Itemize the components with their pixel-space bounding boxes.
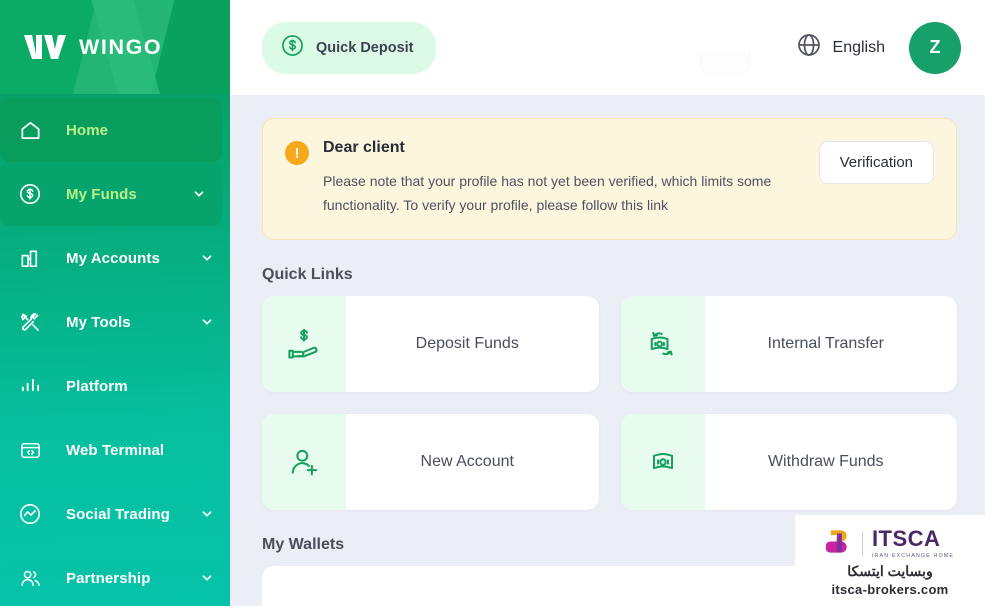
sidebar-item-label: My Accounts <box>66 249 160 267</box>
sidebar-item-label: Social Trading <box>66 505 170 523</box>
sidebar-item-platform[interactable]: Platform <box>0 354 230 418</box>
quick-deposit-label: Quick Deposit <box>316 39 414 56</box>
dollar-circle-icon <box>280 33 305 63</box>
chevron-down-icon[interactable] <box>200 571 214 585</box>
brand-name: WINGO <box>79 34 163 59</box>
bar-chart-icon <box>14 243 46 273</box>
sidebar-item-label: My Tools <box>66 313 131 331</box>
watermark-name: ITSCA <box>871 526 941 551</box>
sidebar-nav: Home My Funds My Accounts My Tools Platf… <box>0 94 230 606</box>
quick-deposit-button[interactable]: Quick Deposit <box>262 21 436 74</box>
quick-link-label: Deposit Funds <box>415 335 519 353</box>
user-plus-icon <box>262 414 346 511</box>
wingo-w-mark-icon <box>22 32 68 62</box>
exclamation-icon: ! <box>285 141 309 165</box>
sidebar-item-my-accounts[interactable]: My Accounts <box>0 226 230 290</box>
sidebar-item-label: My Funds <box>66 185 137 203</box>
language-label: English <box>832 38 885 56</box>
alert-text: Please note that your profile has not ye… <box>323 173 772 214</box>
sidebar-item-label: Platform <box>66 377 128 395</box>
quick-link-deposit-funds[interactable]: Deposit Funds <box>262 296 599 393</box>
alert-title: Dear client <box>323 139 405 156</box>
quick-link-new-account[interactable]: New Account <box>262 414 599 511</box>
main-area: Quick Deposit English Z ! Dear client Pl… <box>230 0 985 606</box>
quick-link-withdraw-funds[interactable]: Withdraw Funds <box>620 414 957 511</box>
sidebar-item-social-trading[interactable]: Social Trading <box>0 482 230 546</box>
brand-header[interactable]: WINGO <box>0 0 230 94</box>
sidebar-item-my-funds[interactable]: My Funds <box>0 162 222 226</box>
collapsed-popover-remnant <box>700 52 750 74</box>
home-icon <box>14 115 46 145</box>
sidebar-item-label: Web Terminal <box>66 441 165 459</box>
avatar[interactable]: Z <box>909 21 961 74</box>
dollar-circle-icon <box>14 179 46 209</box>
topbar: Quick Deposit English Z <box>230 0 985 95</box>
quick-links-title: Quick Links <box>262 266 353 284</box>
sidebar-item-my-tools[interactable]: My Tools <box>0 290 230 354</box>
watermark-persian-text: وبسایت ایتسکا <box>847 562 933 579</box>
sidebar-item-label: Home <box>66 121 109 139</box>
sidebar-item-partnership[interactable]: Partnership <box>0 546 230 606</box>
watermark-url: itsca-brokers.com <box>831 581 949 597</box>
sidebar-item-web-terminal[interactable]: Web Terminal <box>0 418 230 482</box>
chevron-down-icon[interactable] <box>200 251 214 265</box>
chevron-down-icon[interactable] <box>200 315 214 329</box>
sidebar-item-home[interactable]: Home <box>0 98 222 162</box>
chevron-down-icon[interactable] <box>200 507 214 521</box>
tools-icon <box>14 307 46 337</box>
hand-dollar-icon <box>262 296 346 393</box>
quick-link-label: Internal Transfer <box>767 335 885 353</box>
sidebar: WINGO Home My Funds My Accounts My Tools… <box>0 0 230 606</box>
pulse-circle-icon <box>14 499 46 529</box>
quick-links-grid: Deposit Funds Internal Transfer New Acco… <box>262 296 957 511</box>
quick-link-label: Withdraw Funds <box>767 453 884 471</box>
avatar-initial: Z <box>929 37 941 57</box>
banknote-icon <box>620 414 705 511</box>
banknote-transfer-icon <box>620 296 705 393</box>
sidebar-item-label: Partnership <box>66 569 151 587</box>
itsca-logo-icon <box>825 527 853 561</box>
topbar-right-cluster: English Z <box>796 21 961 74</box>
language-selector[interactable]: English <box>796 32 885 63</box>
users-icon <box>14 563 46 593</box>
signal-bars-icon <box>14 371 46 401</box>
globe-icon <box>796 32 822 63</box>
verification-button[interactable]: Verification <box>818 141 934 184</box>
quick-link-label: New Account <box>420 453 514 471</box>
verification-alert: ! Dear client Please note that your prof… <box>262 118 957 241</box>
code-window-icon <box>14 435 46 465</box>
itsca-watermark: ITSCA IRAN EXCHANGE HOME وبسایت ایتسکا i… <box>795 515 985 606</box>
watermark-tagline: IRAN EXCHANGE HOME <box>871 553 955 559</box>
app-root: WINGO Home My Funds My Accounts My Tools… <box>0 0 985 606</box>
chevron-down-icon[interactable] <box>192 187 206 201</box>
quick-link-internal-transfer[interactable]: Internal Transfer <box>620 296 957 393</box>
